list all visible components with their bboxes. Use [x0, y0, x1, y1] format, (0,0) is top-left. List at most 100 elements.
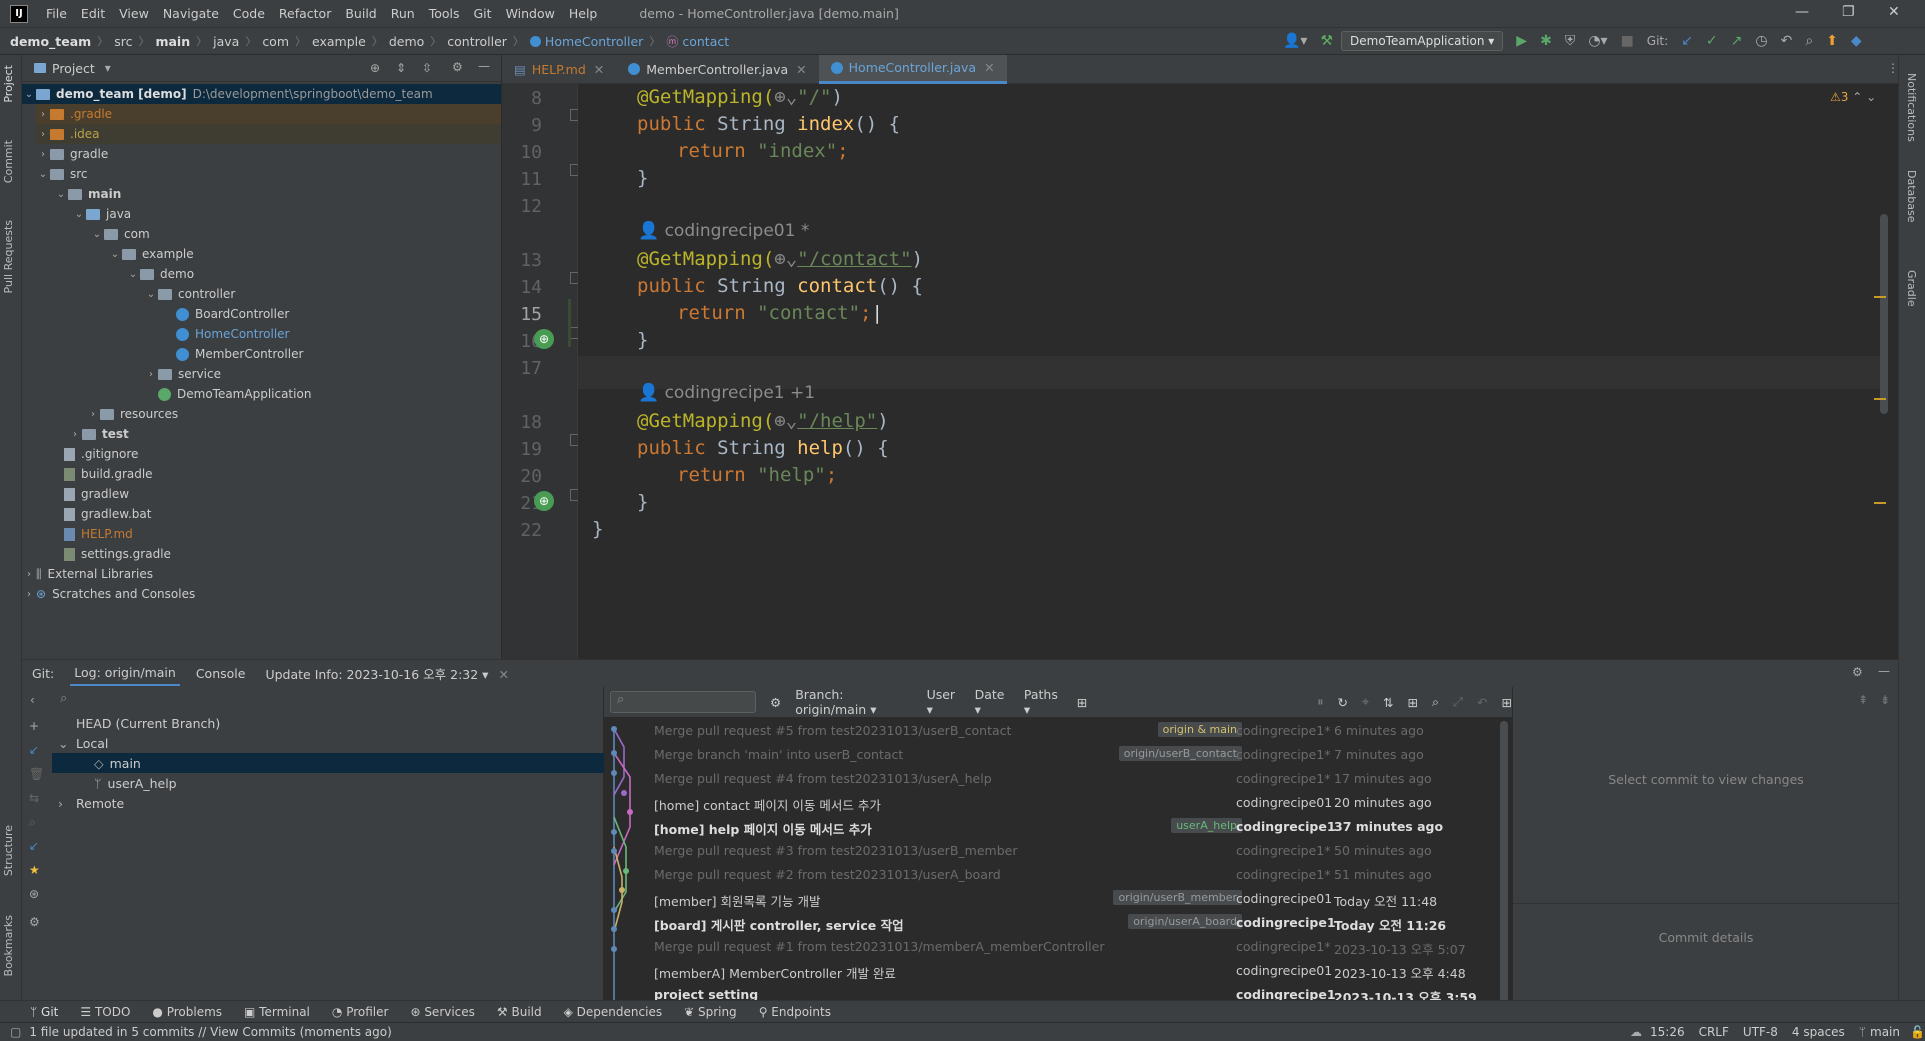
menu-refactor[interactable]: Refactor — [279, 6, 331, 21]
pick-icon[interactable]: ⤢ — [1453, 694, 1463, 710]
toolwindow-spring[interactable]: ❦ Spring — [684, 1005, 737, 1019]
editor-scrollbar[interactable] — [1880, 214, 1888, 414]
menu-view[interactable]: View — [119, 6, 149, 21]
indent-setting[interactable]: 4 spaces — [1792, 1025, 1845, 1039]
git-push-icon[interactable]: ↗ — [1731, 33, 1743, 49]
commit-row[interactable]: Merge pull request #1 from test20231013/… — [604, 935, 1504, 959]
checkout-icon[interactable]: ↙ — [29, 743, 39, 757]
graph-options-icon[interactable]: ⊞ — [1408, 695, 1418, 710]
code-editor[interactable]: @GetMapping(⊕⌄"/") public String index()… — [578, 84, 1888, 659]
panel-toggle-icon[interactable]: ▢ — [10, 1025, 21, 1039]
refresh-icon[interactable]: ↻ — [1338, 695, 1348, 710]
expand-icon[interactable]: ⇞ — [1858, 693, 1868, 707]
toolwindow-endpoints[interactable]: ⚲ Endpoints — [759, 1005, 831, 1019]
log-search-input[interactable]: ⌕ — [610, 691, 756, 713]
strip-notifications[interactable]: Notifications — [1905, 73, 1918, 142]
toolwindow-profiler[interactable]: ◔ Profiler — [332, 1005, 389, 1019]
history-icon[interactable]: ◷ — [1755, 33, 1767, 49]
branch-remote[interactable]: › Remote — [52, 793, 604, 813]
branch-local[interactable]: ⌄ Local — [52, 733, 604, 753]
cherry-pick-icon[interactable]: ⌖ — [1362, 694, 1369, 710]
commit-row[interactable]: Merge pull request #3 from test20231013/… — [604, 839, 1504, 863]
commit-row[interactable]: [home] help 페이지 이동 메서드 추가 userA_help codin… — [604, 815, 1504, 839]
branch-filter[interactable]: Branch: origin/main ▾ — [795, 687, 912, 717]
more-tabs-icon[interactable]: ⋮ — [1887, 61, 1899, 75]
pause-icon[interactable]: ⏸ — [1317, 694, 1323, 710]
strip-gradle[interactable]: Gradle — [1905, 270, 1918, 307]
menu-code[interactable]: Code — [233, 6, 265, 21]
commit-row[interactable]: Merge pull request #4 from test20231013/… — [604, 767, 1504, 791]
tree-item-gradlew[interactable]: gradlew — [64, 484, 129, 504]
breadcrumb-example[interactable]: example — [312, 34, 366, 49]
hide-panel-icon[interactable]: — — [1878, 664, 1890, 678]
coverage-icon[interactable]: ⛨ — [1565, 33, 1576, 49]
tree-item-gitignore[interactable]: .gitignore — [64, 444, 138, 464]
breadcrumb-java[interactable]: java — [213, 34, 239, 49]
tree-item-java[interactable]: ⌄ java — [72, 204, 131, 224]
menu-git[interactable]: Git — [474, 6, 492, 21]
restore-icon[interactable]: ❐ — [1842, 4, 1855, 20]
sort-icon[interactable]: ⇅ — [1383, 695, 1393, 710]
project-view-select[interactable]: Project — [52, 61, 95, 76]
user-filter[interactable]: User ▾ — [927, 687, 961, 717]
user-icon[interactable]: 👤▾ — [1283, 33, 1307, 49]
menu-edit[interactable]: Edit — [81, 6, 105, 21]
spring-endpoint-icon[interactable]: ⊕ — [534, 329, 554, 349]
tree-item-gradle[interactable]: › gradle — [36, 144, 108, 164]
tree-item-build-gradle[interactable]: build.gradle — [64, 464, 153, 484]
strip-database[interactable]: Database — [1905, 170, 1918, 223]
compare-icon[interactable]: ⇆ — [29, 791, 39, 805]
search-icon[interactable]: ⌕ — [29, 815, 36, 830]
paths-filter[interactable]: Paths ▾ — [1024, 687, 1063, 717]
tree-item-example[interactable]: ⌄ example — [108, 244, 194, 264]
gear-icon[interactable]: ⚙ — [452, 60, 463, 74]
strip-bookmarks[interactable]: Bookmarks — [2, 915, 15, 976]
tree-item-gradlew-bat[interactable]: gradlew.bat — [64, 504, 151, 524]
strip-structure[interactable]: Structure — [2, 825, 15, 876]
profile-icon[interactable]: ◔▾ — [1588, 33, 1607, 49]
stop-icon[interactable]: ■ — [1621, 33, 1634, 49]
commit-row[interactable]: Merge pull request #5 from test20231013/… — [604, 719, 1504, 743]
tree-root[interactable]: ⌄ demo_team [demo] D:\development\springbo… — [22, 84, 501, 104]
breadcrumb-project[interactable]: demo_team — [10, 34, 91, 49]
warning-indicator[interactable]: ⚠3 ⌃ ⌄ — [1830, 90, 1876, 104]
breadcrumb-controller[interactable]: controller — [447, 34, 507, 49]
settings-icon[interactable]: ⚙ — [770, 695, 781, 710]
menu-build[interactable]: Build — [345, 6, 376, 21]
search-icon[interactable]: ⌕ — [1432, 694, 1439, 710]
run-icon[interactable]: ▶ — [1516, 33, 1527, 49]
gear-icon[interactable]: ⚙ — [29, 915, 40, 929]
lock-icon[interactable]: 🔓 — [1910, 1025, 1925, 1039]
search-everywhere-icon[interactable]: ⌕ — [1805, 33, 1813, 49]
tree-item-scratches[interactable]: › ⊛ Scratches and Consoles — [22, 584, 195, 604]
tree-item-resources[interactable]: › resources — [86, 404, 178, 424]
toolwindow-services[interactable]: ⊛ Services — [410, 1005, 474, 1019]
date-filter[interactable]: Date ▾ — [975, 687, 1010, 717]
menu-help[interactable]: Help — [569, 6, 598, 21]
menu-run[interactable]: Run — [391, 6, 415, 21]
cloud-icon[interactable]: ☁ — [1630, 1025, 1642, 1039]
tree-item-controller[interactable]: ⌄ controller — [144, 284, 235, 304]
commit-row[interactable]: [memberA] MemberController 개발 완료 codingre… — [604, 959, 1504, 983]
tree-item-service[interactable]: › service — [144, 364, 221, 384]
breadcrumb-src[interactable]: src — [114, 34, 132, 49]
chevron-down-icon[interactable]: ▾ — [105, 61, 111, 75]
locate-icon[interactable]: ⊕ — [370, 61, 380, 75]
toolwindow-git[interactable]: ᛘ Git — [30, 1005, 58, 1019]
tab-membercontroller[interactable]: MemberController.java ✕ — [616, 55, 818, 84]
toolwindow-todo[interactable]: ☰ TODO — [80, 1005, 130, 1019]
tree-item-demo[interactable]: ⌄ demo — [126, 264, 194, 284]
breadcrumb-homecontroller[interactable]: HomeController — [545, 34, 643, 49]
tree-item-idea[interactable]: › .idea — [36, 124, 501, 144]
line-separator[interactable]: CRLF — [1699, 1025, 1729, 1039]
gear-icon[interactable]: ⚙ — [1852, 665, 1863, 679]
spring-endpoint-icon[interactable]: ⊕ — [534, 491, 554, 511]
run-config-select[interactable]: DemoTeamApplication ▾ — [1341, 31, 1504, 51]
menu-window[interactable]: Window — [506, 6, 555, 21]
breadcrumb-contact[interactable]: contact — [682, 34, 729, 49]
back-icon[interactable]: ‹ — [30, 693, 35, 707]
tree-item-test[interactable]: › test — [68, 424, 129, 444]
breadcrumb-demo[interactable]: demo — [389, 34, 424, 49]
branch-head[interactable]: HEAD (Current Branch) — [52, 713, 604, 733]
tab-log[interactable]: Log: origin/main — [70, 661, 180, 686]
